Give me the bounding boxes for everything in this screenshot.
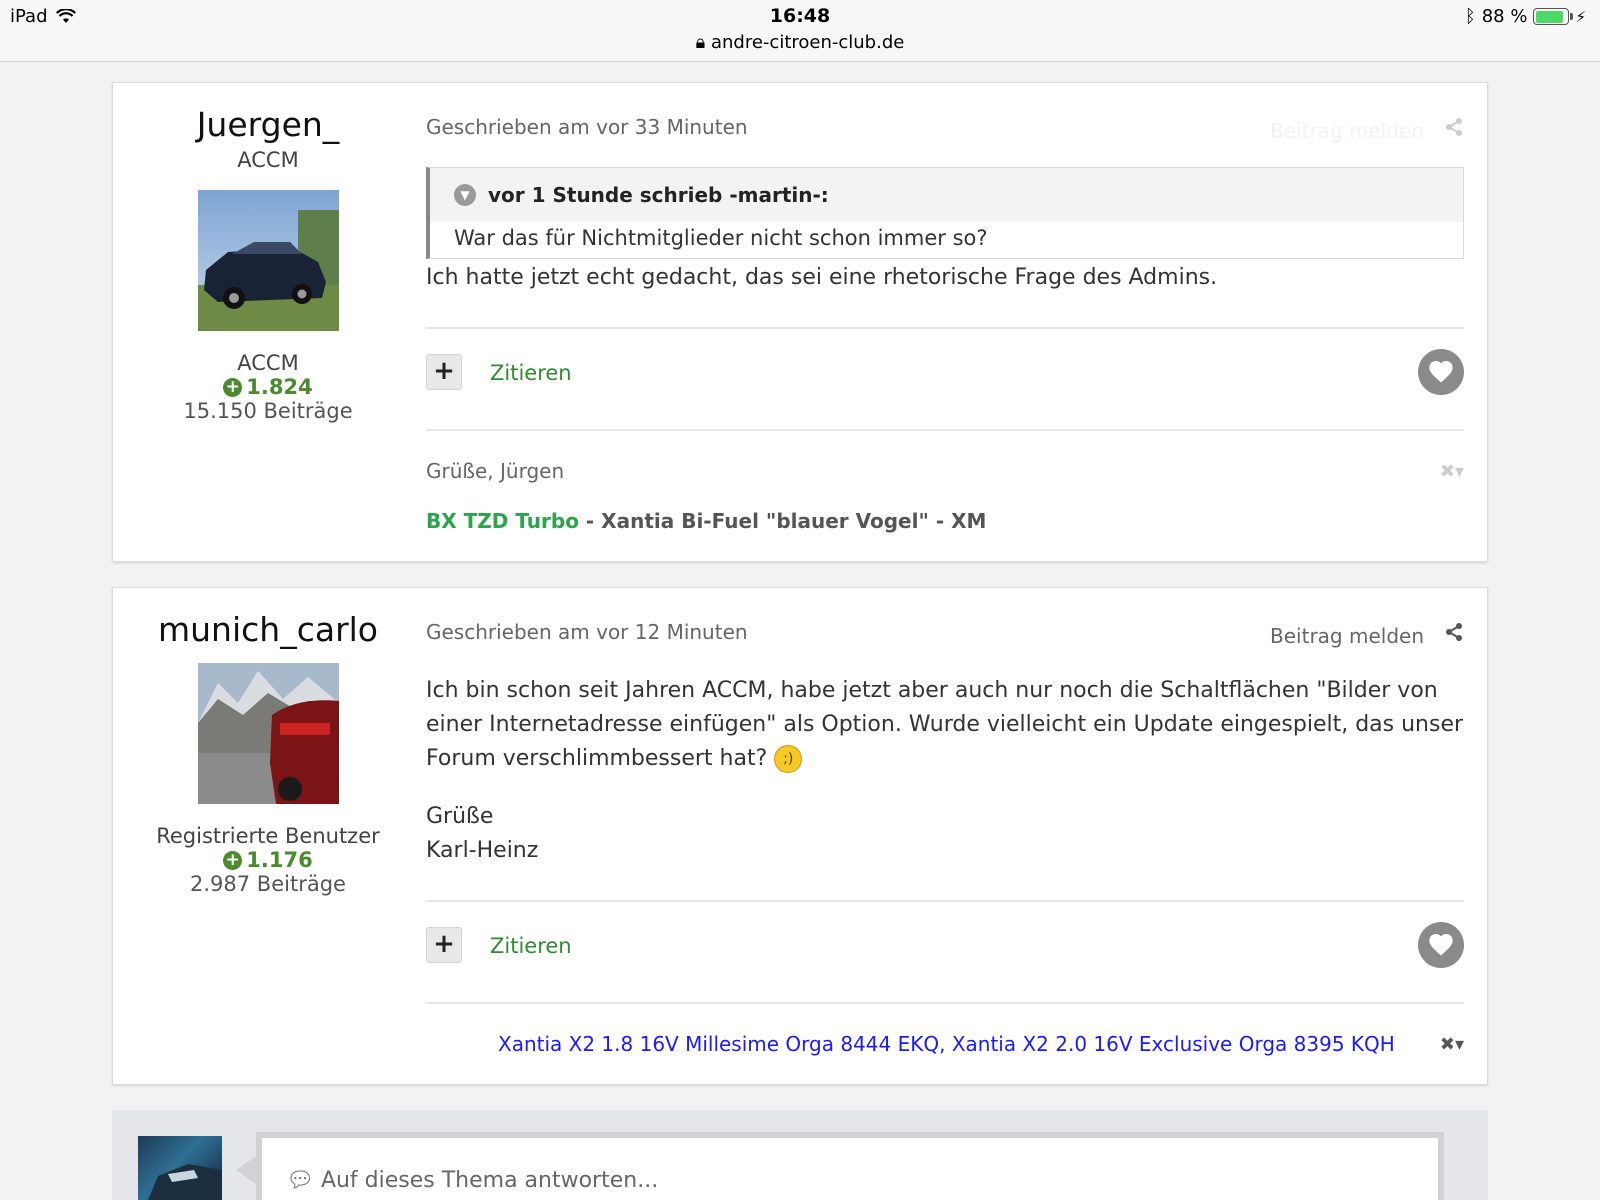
author-name[interactable]: munich_carlo — [113, 610, 423, 649]
bluetooth-icon: ᛒ — [1464, 6, 1476, 27]
post-text: Ich hatte jetzt echt gedacht, das sei ei… — [426, 265, 1218, 290]
divider — [426, 900, 1464, 902]
quote-block: ▼ vor 1 Stunde schrieb -martin-: War das… — [426, 167, 1464, 259]
share-icon[interactable] — [1444, 622, 1464, 648]
speech-bubble-icon: 💬︎ — [286, 1168, 314, 1193]
avatar[interactable] — [197, 663, 339, 804]
reputation-badge[interactable]: + 1.176 — [113, 848, 423, 872]
reply-pointer — [236, 1156, 256, 1184]
url-text: andre-citroen-club.de — [710, 32, 905, 53]
reply-placeholder: 💬︎ Auf dieses Thema antworten... — [286, 1168, 658, 1193]
reply-editor[interactable]: 💬︎ Auf dieses Thema antworten... — [256, 1132, 1444, 1200]
divider — [426, 327, 1464, 329]
like-button[interactable] — [1418, 349, 1464, 395]
post-greeting: Grüße — [426, 804, 494, 829]
signature-greeting: Grüße, Jürgen — [426, 459, 565, 483]
battery-percent: 88 % — [1481, 6, 1528, 27]
report-link[interactable]: Beitrag melden — [1270, 624, 1424, 648]
signature-hide-toggle[interactable]: ✖▾ — [1440, 1034, 1464, 1055]
share-icon[interactable] — [1444, 117, 1464, 143]
signature-hide-toggle[interactable]: ✖▾ — [1440, 461, 1464, 482]
author-group: Registrierte Benutzer — [156, 824, 380, 848]
ios-status-bar: iPad 16:48 🔒︎ andre-citroen-club.de ᛒ 88… — [0, 0, 1600, 62]
wink-emoji-icon: ;) — [774, 745, 803, 773]
post-date[interactable]: Geschrieben am vor 12 Minuten — [426, 620, 748, 644]
author-title: ACCM — [237, 148, 299, 172]
reputation-value: 1.176 — [246, 848, 313, 872]
quote-text: War das für Nichtmitglieder nicht schon … — [454, 226, 988, 250]
signature-rest: - Xantia Bi-Fuel "blauer Vogel" - XM — [578, 509, 987, 533]
author-column: Juergen_ ACCM ACCM + 1.824 15.150 Beiträ… — [113, 83, 423, 423]
post-munich-carlo: munich_carlo Registrierte Benutzer + 1.1… — [112, 587, 1488, 1085]
like-button[interactable] — [1418, 922, 1464, 968]
divider — [426, 1002, 1464, 1004]
chevron-down-icon[interactable]: ▼ — [454, 184, 476, 206]
heart-icon — [1429, 934, 1453, 956]
post-count: 15.150 Beiträge — [183, 399, 353, 423]
post-paragraph: Ich bin schon seit Jahren ACCM, habe jet… — [426, 678, 1464, 771]
signature-link[interactable]: Xantia X2 1.8 16V Millesime Orga 8444 EK… — [498, 1032, 1395, 1056]
heart-icon — [1429, 361, 1453, 383]
battery-icon — [1533, 8, 1574, 25]
status-right: ᛒ 88 % ⚡︎ — [1465, 6, 1586, 27]
current-user-avatar[interactable] — [138, 1136, 222, 1200]
post-author-name: Karl-Heinz — [426, 838, 539, 863]
quote-header[interactable]: ▼ vor 1 Stunde schrieb -martin-: — [430, 168, 1463, 222]
reputation-value: 1.824 — [246, 375, 313, 399]
battery-fill — [1535, 10, 1564, 23]
signature-link[interactable]: BX TZD Turbo — [426, 509, 579, 533]
divider — [426, 429, 1464, 431]
quote-button[interactable]: Zitieren — [490, 361, 572, 385]
post-count: 2.987 Beiträge — [190, 872, 346, 896]
report-link[interactable]: Beitrag melden — [1270, 119, 1424, 143]
author-group: ACCM — [237, 351, 299, 375]
avatar[interactable] — [197, 190, 339, 331]
multiquote-button[interactable]: + — [426, 927, 462, 963]
quote-button[interactable]: Zitieren — [490, 934, 572, 958]
plus-circle-icon: + — [223, 850, 243, 870]
multiquote-button[interactable]: + — [426, 354, 462, 390]
post-juergen: Juergen_ ACCM ACCM + 1.824 15.150 Beiträ… — [112, 82, 1488, 562]
signature-line: BX TZD Turbo - Xantia Bi-Fuel "blauer Vo… — [426, 509, 986, 533]
author-column: munich_carlo Registrierte Benutzer + 1.1… — [113, 588, 423, 896]
reputation-badge[interactable]: + 1.824 — [113, 375, 423, 399]
status-time: 16:48 — [769, 5, 831, 27]
charging-icon: ⚡︎ — [1575, 7, 1586, 26]
quote-author: vor 1 Stunde schrieb -martin-: — [488, 183, 829, 207]
plus-circle-icon: + — [223, 377, 243, 397]
author-name[interactable]: Juergen_ — [113, 105, 423, 144]
lock-icon: 🔒︎ — [695, 32, 706, 53]
reply-placeholder-text: Auf dieses Thema antworten... — [320, 1168, 659, 1193]
reply-area: 💬︎ Auf dieses Thema antworten... — [112, 1110, 1488, 1200]
post-text: Ich bin schon seit Jahren ACCM, habe jet… — [426, 674, 1464, 776]
post-date[interactable]: Geschrieben am vor 33 Minuten — [426, 115, 748, 139]
url-bar[interactable]: 🔒︎ andre-citroen-club.de — [0, 32, 1600, 53]
